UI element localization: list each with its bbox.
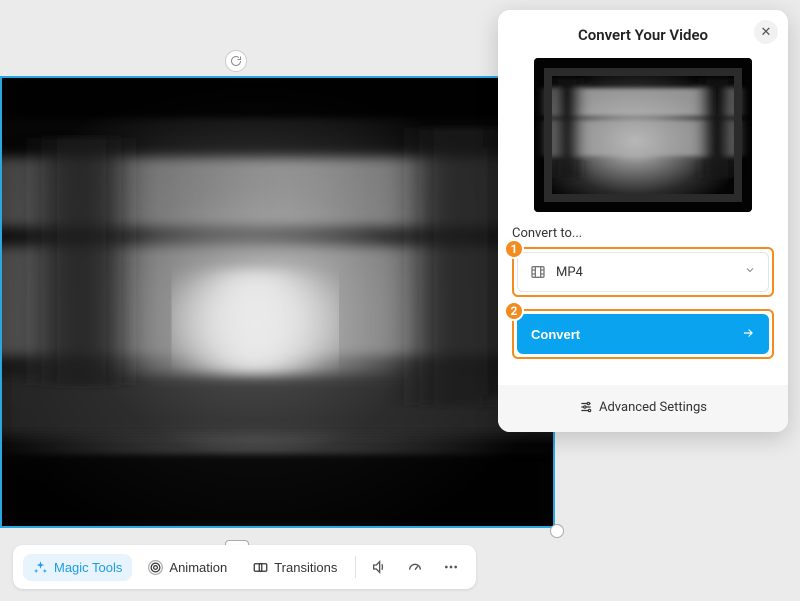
film-icon <box>530 264 546 280</box>
magic-tools-button[interactable]: Magic Tools <box>23 554 132 581</box>
advanced-settings-label: Advanced Settings <box>599 400 707 415</box>
chevron-down-icon <box>744 264 756 280</box>
speedometer-icon <box>407 559 423 575</box>
magic-tools-label: Magic Tools <box>54 560 122 575</box>
volume-icon <box>371 559 387 575</box>
toolbar-separator <box>355 556 356 578</box>
format-select[interactable]: MP4 <box>517 252 769 292</box>
convert-button-label: Convert <box>531 327 580 342</box>
animation-label: Animation <box>169 560 227 575</box>
format-value: MP4 <box>556 265 583 280</box>
panel-body: Convert to... 1 MP4 2 Convert <box>498 52 788 385</box>
animation-icon <box>148 560 163 575</box>
speed-button[interactable] <box>400 552 430 582</box>
panel-header: Convert Your Video ✕ <box>498 10 788 52</box>
panel-footer: Advanced Settings <box>498 385 788 432</box>
step-badge-1: 1 <box>504 239 524 259</box>
transitions-button[interactable]: Transitions <box>243 554 347 581</box>
step-badge-2: 2 <box>504 301 524 321</box>
animation-button[interactable]: Animation <box>138 554 237 581</box>
convert-button[interactable]: Convert <box>517 314 769 354</box>
convert-button-highlight: 2 Convert <box>512 309 774 359</box>
convert-panel: Convert Your Video ✕ <box>498 10 788 432</box>
advanced-settings-link[interactable]: Advanced Settings <box>579 400 707 415</box>
panel-title: Convert Your Video <box>510 26 776 44</box>
more-icon <box>443 559 459 575</box>
transitions-icon <box>253 560 268 575</box>
close-icon: ✕ <box>761 25 772 40</box>
format-select-highlight: 1 MP4 <box>512 247 774 297</box>
video-thumbnail <box>534 58 752 212</box>
resize-handle-corner[interactable] <box>550 524 564 538</box>
arrow-right-icon <box>741 326 755 343</box>
video-preview[interactable] <box>0 76 555 528</box>
bottom-toolbar: Magic Tools Animation Transitions <box>13 545 476 589</box>
transitions-label: Transitions <box>274 560 337 575</box>
editor-canvas: Magic Tools Animation Transitions Conver… <box>0 0 800 601</box>
panel-close-button[interactable]: ✕ <box>754 20 778 44</box>
sliders-icon <box>579 400 593 414</box>
more-button[interactable] <box>436 552 466 582</box>
sparkle-icon <box>33 560 48 575</box>
volume-button[interactable] <box>364 552 394 582</box>
rotate-handle[interactable] <box>225 50 247 72</box>
convert-to-label: Convert to... <box>512 226 774 241</box>
